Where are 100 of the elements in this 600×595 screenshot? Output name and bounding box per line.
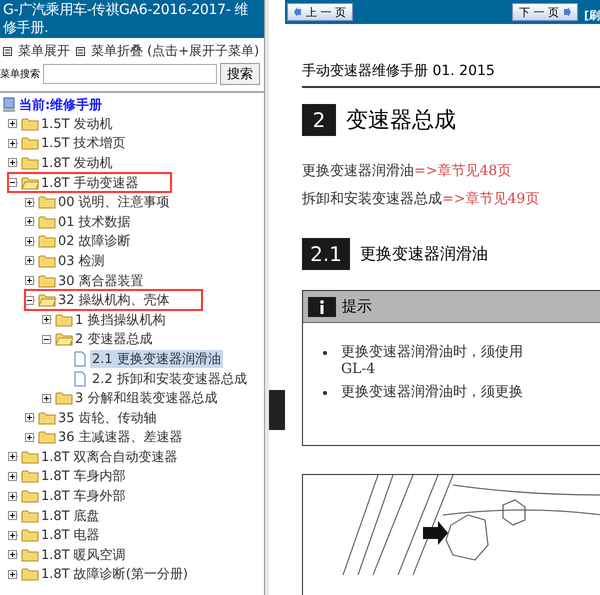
tree-item[interactable]: 1.8T 电器 <box>39 526 102 544</box>
scroll-thumb[interactable] <box>269 390 285 430</box>
chapter-title: 变速器总成 <box>346 107 456 135</box>
note-text: GL-4 <box>341 361 376 377</box>
document-icon <box>73 350 87 367</box>
folder-icon <box>21 548 39 562</box>
expand-icon[interactable] <box>25 217 36 226</box>
tree-item[interactable]: 1.8T 手动变速器 <box>39 174 141 192</box>
open-folder-icon <box>38 293 56 308</box>
expand-icon[interactable] <box>25 256 36 266</box>
expand-icon[interactable] <box>8 492 19 501</box>
computer-icon <box>2 96 16 112</box>
tree-item[interactable]: 1.8T 车身内部 <box>39 467 128 486</box>
tree-item[interactable]: 2 变速器总成 <box>73 330 154 348</box>
page-reference-link[interactable]: =>章节见48页 <box>414 162 512 180</box>
manual-title: G-广汽乘用车-传祺GA6-2016-2017- 维修手册. <box>0 0 264 38</box>
tree-item[interactable]: 2.1 更换变速器润滑油 <box>90 350 223 368</box>
left-arrow-icon <box>294 7 302 17</box>
tree-item[interactable]: 00 说明、注意事项 <box>56 193 172 212</box>
tree-item[interactable]: 35 齿轮、传动轴 <box>56 408 159 427</box>
expand-icon[interactable] <box>8 530 19 540</box>
menu-toggle-link[interactable]: 菜单折叠 (点击+展开子菜单) <box>76 42 260 60</box>
topic-text: 拆卸和安装变速器总成 <box>302 190 442 208</box>
chapter-number: 2 <box>302 104 336 136</box>
tree-root[interactable]: 当前:维修手册 <box>19 96 102 114</box>
folder-icon <box>21 450 39 464</box>
tree-item[interactable]: 1 换挡操纵机构 <box>73 310 168 329</box>
note-title: 提示 <box>342 297 372 316</box>
open-folder-icon <box>55 332 73 346</box>
folder-icon <box>55 391 73 406</box>
search-field[interactable] <box>43 64 217 84</box>
expand-icon[interactable] <box>25 413 36 422</box>
folder-icon <box>21 469 39 484</box>
folder-icon <box>38 195 56 210</box>
expand-icon[interactable] <box>25 276 36 286</box>
folder-icon <box>21 136 39 150</box>
list-icon <box>76 46 85 56</box>
folder-icon <box>38 234 56 248</box>
folder-icon <box>38 254 56 268</box>
expand-icon[interactable] <box>8 570 19 579</box>
folder-icon <box>21 528 39 542</box>
expand-icon[interactable] <box>8 138 19 148</box>
folder-icon <box>38 214 56 229</box>
list-icon <box>3 46 12 56</box>
tree-item[interactable]: 1.8T 发动机 <box>39 154 115 172</box>
folder-icon <box>38 274 56 288</box>
tree-item[interactable]: 32 操纵机构、壳体 <box>56 291 172 310</box>
tree-item[interactable]: 1.8T 底盘 <box>39 506 102 525</box>
folder-icon <box>55 312 73 327</box>
expand-icon[interactable] <box>8 511 19 520</box>
section-number: 2.1 <box>302 238 350 270</box>
note-text: 更换变速器润滑油时，须更换 <box>341 383 523 401</box>
tree-item[interactable]: 1.8T 双离合自动变速器 <box>39 448 180 466</box>
search-button[interactable]: 搜索 <box>220 63 260 85</box>
tree-item[interactable]: 1.8T 故障诊断(第一分册) <box>39 565 190 584</box>
document-icon <box>73 370 87 387</box>
tree-item[interactable]: 1.8T 暖风空调 <box>39 546 128 564</box>
tree-item[interactable]: 1.5T 技术增页 <box>39 134 128 152</box>
next-page-button[interactable]: 下 一 页 <box>512 3 578 21</box>
folder-icon <box>38 410 56 425</box>
tree-item[interactable]: 2.2 拆卸和安装变速器总成 <box>90 370 249 388</box>
topic-text: 更换变速器润滑油 <box>302 162 414 180</box>
expand-icon[interactable] <box>42 394 53 403</box>
menu-toggle-link[interactable]: 菜单展开 <box>3 42 70 60</box>
running-head: 手动变速器维修手册 01. 2015 <box>302 62 600 88</box>
section-title: 更换变速器润滑油 <box>360 244 488 264</box>
tree-item[interactable]: 03 检测 <box>56 252 107 270</box>
collapse-icon[interactable] <box>25 296 36 305</box>
tree-item[interactable]: 30 离合器装置 <box>56 272 146 290</box>
open-folder-icon <box>21 176 39 190</box>
tree-item[interactable]: 36 主减速器、差速器 <box>56 428 185 446</box>
folder-icon <box>21 489 39 504</box>
collapse-icon[interactable] <box>42 334 53 344</box>
info-icon <box>308 296 336 316</box>
bullet-dot <box>323 391 327 395</box>
tree-item[interactable]: 3 分解和组装变速器总成 <box>73 389 220 408</box>
tree-item[interactable]: 1.5T 发动机 <box>39 114 115 133</box>
search-label: 菜单搜索 <box>0 68 40 81</box>
tree-item[interactable]: 1.8T 车身外部 <box>39 487 128 506</box>
bullet-dot <box>323 351 327 355</box>
page-reference-link[interactable]: =>章节见49页 <box>442 190 540 208</box>
note-text: 更换变速器润滑油时，须使用 <box>341 343 523 361</box>
expand-icon[interactable] <box>8 119 19 128</box>
tree-item[interactable]: 02 故障诊断 <box>56 232 133 250</box>
folder-icon <box>21 156 39 170</box>
folder-icon <box>21 508 39 523</box>
previous-page-button[interactable]: 上 一 页 <box>287 3 353 21</box>
folder-icon <box>21 116 39 131</box>
refresh-link[interactable]: [刷 <box>578 2 600 22</box>
folder-icon <box>38 430 56 444</box>
expand-icon[interactable] <box>8 472 19 481</box>
collapse-icon[interactable] <box>8 178 19 188</box>
expand-icon[interactable] <box>8 550 19 560</box>
expand-icon[interactable] <box>25 198 36 207</box>
expand-icon[interactable] <box>8 158 19 168</box>
expand-icon[interactable] <box>25 432 36 442</box>
expand-icon[interactable] <box>25 236 36 246</box>
expand-icon[interactable] <box>42 315 53 324</box>
tree-item[interactable]: 01 技术数据 <box>56 212 133 231</box>
expand-icon[interactable] <box>8 452 19 462</box>
